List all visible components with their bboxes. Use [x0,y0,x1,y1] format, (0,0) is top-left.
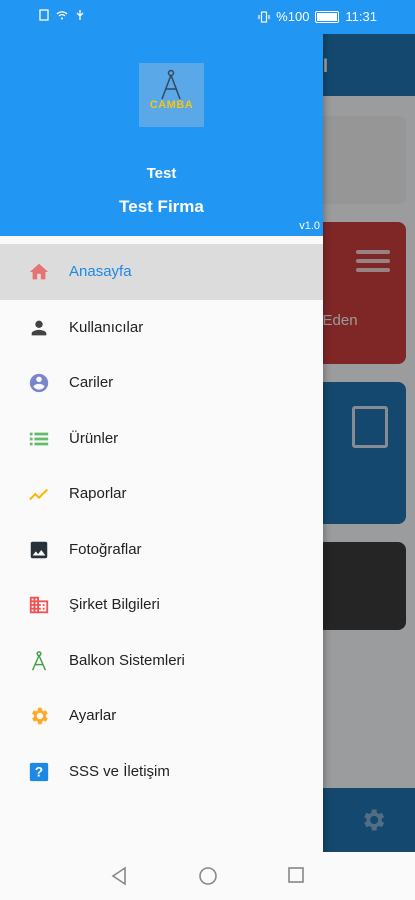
system-navigation-bar [0,852,415,900]
company-name: Test Firma [119,197,204,216]
compass-logo-icon [161,69,181,100]
image-icon [30,541,48,558]
home-nav-icon[interactable] [198,866,218,886]
menu-item-label: Cariler [69,374,114,392]
menu-item-urunler[interactable]: Ürünler [0,411,323,467]
menu-item-label: Fotoğraflar [69,540,142,558]
drawer-menu: Anasayfa Kullanıcılar Cariler Ürünler Ra… [0,244,323,799]
sim-icon [39,9,49,21]
menu-item-raporlar[interactable]: Raporlar [0,466,323,522]
building-icon [29,596,49,614]
drawer-header: CAMBA Test Test Firma v1.0 [0,0,323,236]
svg-text:?: ? [35,764,43,779]
menu-item-label: Ayarlar [69,707,117,725]
battery-icon [315,10,340,23]
menu-item-label: Raporlar [69,485,127,503]
menu-item-label: Ürünler [69,429,119,447]
account-circle-icon [29,373,49,393]
help-icon: ? [29,762,49,781]
gear-icon [32,707,48,725]
menu-item-ayarlar[interactable]: Ayarlar [0,688,323,744]
vibrate-icon [258,10,270,23]
recents-icon[interactable] [287,866,305,884]
menu-item-label: Şirket Bilgileri [69,596,160,614]
list-icon [29,432,49,445]
menu-item-balkon-sistemleri[interactable]: Balkon Sistemleri [0,633,323,689]
version-label: v1.0 [299,220,320,232]
person-icon [31,320,47,335]
user-name: Test [146,165,177,182]
back-icon[interactable] [110,866,128,886]
home-icon [29,263,49,280]
menu-item-label: Balkon Sistemleri [69,651,185,669]
compass-icon [31,650,47,670]
menu-item-anasayfa[interactable]: Anasayfa [0,244,323,300]
usb-icon [76,10,84,20]
menu-item-fotograflar[interactable]: Fotoğraflar [0,522,323,578]
battery-percent: %100 [276,9,310,24]
menu-item-label: Kullanıcılar [69,318,144,336]
app-logo: CAMBA [139,63,204,127]
menu-item-label: SSS ve İletişim [69,762,170,780]
menu-item-label: Anasayfa [69,263,132,281]
logo-text: CAMBA [149,99,194,111]
menu-item-sss-iletisim[interactable]: ? SSS ve İletişim [0,744,323,800]
trending-up-icon [29,488,48,501]
navigation-drawer: CAMBA Test Test Firma v1.0 Anasayfa Kull… [0,0,323,852]
menu-item-cariler[interactable]: Cariler [0,355,323,411]
wifi-icon [56,11,68,20]
clock: 11:31 [345,9,377,24]
menu-item-sirket-bilgileri[interactable]: Şirket Bilgileri [0,577,323,633]
menu-item-kullanicilar[interactable]: Kullanıcılar [0,300,323,356]
status-bar: %100 11:31 [0,0,415,34]
